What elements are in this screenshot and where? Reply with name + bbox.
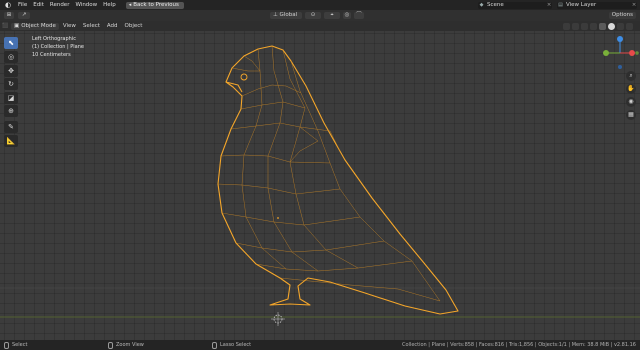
- menu-render[interactable]: Render: [47, 0, 73, 10]
- options-dropdown[interactable]: Options: [608, 12, 636, 19]
- back-to-previous-label: Back to Previous: [133, 1, 179, 8]
- view-layer-close-icon[interactable]: ×: [631, 2, 637, 8]
- menu-select[interactable]: Select: [80, 21, 103, 31]
- tool-header: ⊞ ↗ ⊥ Global ⊙ ⌖ ◎ ⌒ Options: [0, 10, 640, 21]
- neg-y-axis-icon[interactable]: [635, 51, 639, 55]
- scene-selector[interactable]: ◆ Scene ×: [478, 1, 552, 9]
- neg-z-axis-icon[interactable]: [618, 65, 622, 69]
- status-hint-select: Select: [4, 341, 28, 349]
- view-name: Left Orthographic: [32, 36, 76, 42]
- select-box-tool[interactable]: ⬉: [4, 37, 18, 49]
- rotate-tool[interactable]: ↻: [4, 78, 18, 90]
- y-axis-icon[interactable]: [603, 50, 609, 56]
- status-zoom-label: Zoom View: [116, 342, 144, 348]
- cursor-tool[interactable]: ◎: [4, 50, 18, 63]
- solid-shading-icon[interactable]: [608, 22, 615, 30]
- orientation-label: Global: [279, 12, 298, 18]
- menu-view[interactable]: View: [60, 21, 79, 31]
- rotate-icon: ↻: [8, 80, 14, 88]
- transform-orientation-dropdown[interactable]: ⊥ Global: [270, 12, 302, 19]
- editor-type-icon[interactable]: ⊞: [4, 12, 14, 19]
- x-axis-icon[interactable]: [629, 50, 635, 56]
- menu-window[interactable]: Window: [72, 0, 100, 10]
- bird-outline: [217, 45, 459, 315]
- bird-eye: [240, 73, 248, 81]
- mode-label: Object Mode: [21, 22, 56, 29]
- status-hint-zoom: Zoom View: [108, 341, 144, 349]
- zoom-icon[interactable]: ⌕: [626, 71, 636, 81]
- menu-file[interactable]: File: [15, 0, 30, 10]
- mouse-right-icon: [212, 341, 217, 349]
- measure-icon: 📐: [6, 136, 16, 145]
- falloff-icon[interactable]: ⌒: [354, 12, 364, 19]
- 3d-viewport[interactable]: Left Orthographic (1) Collection | Plane…: [0, 31, 640, 340]
- bird-wireframe-mesh[interactable]: [0, 31, 640, 340]
- collection-info: (1) Collection | Plane: [32, 44, 84, 50]
- status-select-label: Select: [12, 342, 28, 348]
- viewport-header: ⬛ ▣ Object Mode View Select Add Object: [0, 21, 640, 31]
- menu-object[interactable]: Object: [122, 21, 146, 31]
- scene-icon: ◆: [479, 2, 484, 8]
- tool-settings-icon[interactable]: ↗: [18, 12, 30, 19]
- cursor-icon: ◎: [7, 52, 15, 61]
- rendered-shading-icon[interactable]: [626, 22, 633, 30]
- grid-scale-info: 10 Centimeters: [32, 52, 71, 58]
- gizmo-toggle-icon[interactable]: [572, 22, 579, 30]
- pan-hand-icon[interactable]: ✋: [626, 84, 636, 94]
- camera-view-icon[interactable]: ◉: [626, 97, 636, 107]
- menu-add[interactable]: Add: [104, 21, 121, 31]
- status-bar: Select Zoom View Lasso Select Collection…: [0, 340, 640, 350]
- snap-toggle[interactable]: ⌖: [324, 12, 340, 19]
- view-layer-name: View Layer: [566, 2, 597, 8]
- mouse-left-icon: [4, 341, 9, 349]
- status-lasso-label: Lasso Select: [220, 342, 252, 348]
- scale-icon: ◪: [7, 93, 15, 102]
- scale-tool[interactable]: ◪: [4, 91, 18, 104]
- view-layer-selector[interactable]: ▤ View Layer ×: [557, 1, 637, 9]
- transform-tool[interactable]: ⊕: [4, 105, 18, 117]
- annotate-icon: ✎: [8, 123, 14, 131]
- viewport-shading-controls: [563, 22, 633, 30]
- proportional-edit-icon[interactable]: ◎: [343, 12, 351, 19]
- overlay-toggle-icon[interactable]: [581, 22, 588, 30]
- perspective-grid-icon[interactable]: ▦: [626, 110, 636, 120]
- view-layer-icon: ▤: [558, 2, 563, 8]
- measure-tool[interactable]: 📐: [4, 134, 18, 147]
- select-cursor-icon: ⬉: [8, 39, 14, 47]
- object-mode-icon: ▣: [14, 22, 20, 29]
- object-origin: [277, 217, 279, 219]
- bird-inner-edges: [217, 45, 441, 302]
- mode-selector[interactable]: ▣ Object Mode: [11, 22, 59, 30]
- mouse-middle-icon: [108, 341, 113, 349]
- wireframe-shading-icon[interactable]: [599, 22, 606, 30]
- annotate-tool[interactable]: ✎: [4, 121, 18, 133]
- viewport-editor-icon[interactable]: ⬛: [2, 23, 9, 29]
- transform-icon: ⊕: [8, 107, 14, 115]
- xray-toggle-icon[interactable]: [590, 22, 597, 30]
- pivot-point-dropdown[interactable]: ⊙: [305, 12, 321, 19]
- back-arrow-icon: ◂: [128, 1, 132, 8]
- tool-shelf: ⬉ ◎ ✥ ↻ ◪ ⊕ ✎ 📐: [4, 37, 18, 148]
- back-to-previous-button[interactable]: ◂ Back to Previous: [125, 1, 184, 9]
- scene-close-icon[interactable]: ×: [546, 2, 552, 8]
- move-icon: ✥: [8, 66, 14, 75]
- status-hint-lasso: Lasso Select: [212, 341, 252, 349]
- blender-logo-icon[interactable]: ◐: [3, 1, 13, 9]
- move-tool[interactable]: ✥: [4, 64, 18, 77]
- menu-help[interactable]: Help: [100, 0, 119, 10]
- material-shading-icon[interactable]: [617, 22, 624, 30]
- visibility-icon[interactable]: [563, 22, 570, 30]
- scene-name: Scene: [487, 2, 504, 8]
- menu-edit[interactable]: Edit: [30, 0, 47, 10]
- z-axis-icon[interactable]: [617, 36, 623, 42]
- scene-statistics: Collection | Plane | Verts:858 | Faces:8…: [401, 342, 636, 348]
